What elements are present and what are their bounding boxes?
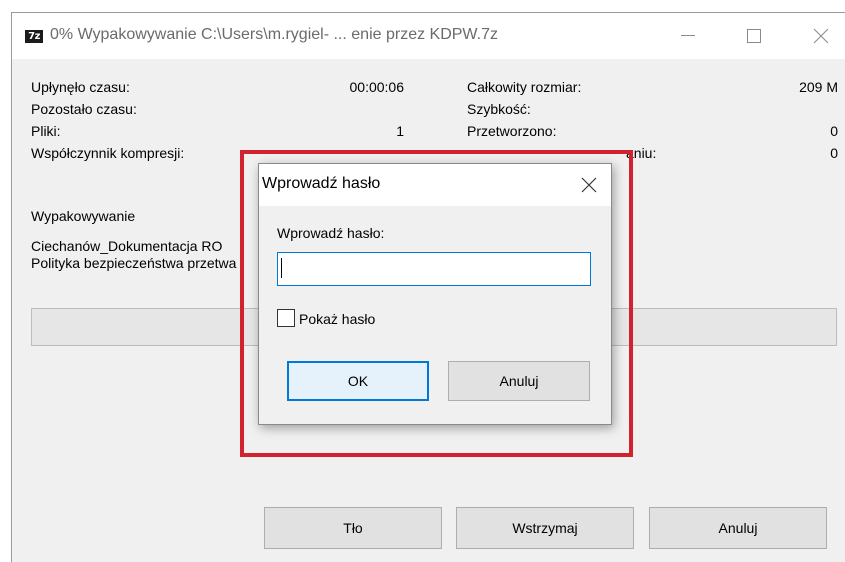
cancel-button[interactable]: Anuluj (649, 507, 827, 549)
window-title: 0% Wypakowywanie C:\Users\m.rygiel- ... … (50, 26, 498, 43)
show-password-checkbox[interactable] (277, 309, 295, 327)
password-input[interactable] (277, 252, 591, 286)
7zip-app-icon: 7z (25, 30, 43, 43)
pause-button[interactable]: Wstrzymaj (456, 507, 634, 549)
background-left-edge (0, 0, 11, 561)
remaining-time-label: Pozostało czasu: (31, 101, 137, 117)
background-button[interactable]: Tło (264, 507, 442, 549)
maximize-button[interactable] (731, 13, 777, 59)
close-icon (581, 177, 597, 193)
elapsed-time-label: Upłynęło czasu: (31, 79, 130, 95)
files-value: 1 (396, 123, 404, 139)
files-label: Pliki: (31, 123, 61, 139)
dialog-close-button[interactable] (571, 169, 607, 201)
dialog-titlebar: Wprowadź hasło (259, 164, 611, 206)
window-titlebar: 7z 0% Wypakowywanie C:\Users\m.rygiel- .… (12, 13, 845, 59)
compression-ratio-label: Współczynnik kompresji: (31, 145, 185, 161)
text-caret (281, 258, 282, 278)
show-password-label[interactable]: Pokaż hasło (299, 311, 375, 327)
total-size-value: 209 M (799, 79, 838, 95)
close-icon (813, 28, 829, 44)
operation-label: Wypakowywanie (31, 208, 136, 224)
processed-value: 0 (830, 123, 838, 139)
packed-size-label: aniu: (626, 145, 657, 161)
password-dialog: Wprowadź hasło Wprowadź hasło: Pokaż has… (258, 163, 612, 425)
processed-label: Przetworzono: (467, 123, 557, 139)
speed-label: Szybkość: (467, 101, 531, 117)
ok-button[interactable]: OK (287, 361, 429, 401)
total-size-label: Całkowity rozmiar: (467, 79, 582, 95)
maximize-icon (747, 29, 761, 43)
current-file-line-2: Polityka bezpieczeństwa przetwa (31, 255, 237, 271)
password-prompt-label: Wprowadź hasło: (277, 225, 385, 241)
elapsed-time-value: 00:00:06 (349, 79, 405, 95)
minimize-icon (681, 35, 695, 36)
dialog-title: Wprowadź hasło (262, 175, 381, 192)
close-button[interactable] (798, 13, 844, 59)
current-file-line-1: Ciechanów_Dokumentacja RO (31, 238, 223, 254)
minimize-button[interactable] (665, 13, 711, 59)
packed-size-value: 0 (830, 145, 838, 161)
dialog-cancel-button[interactable]: Anuluj (448, 361, 590, 401)
